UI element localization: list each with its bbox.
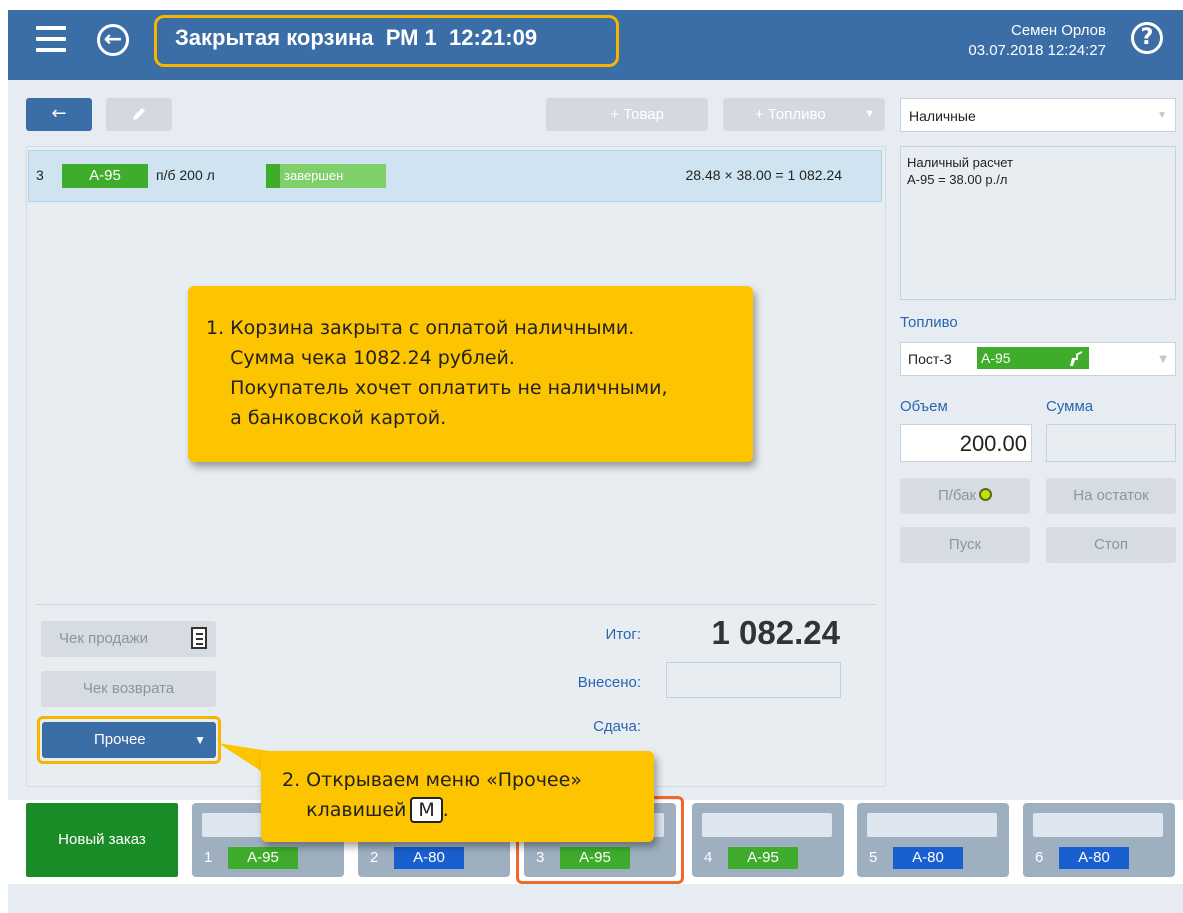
document-icon xyxy=(191,627,207,649)
tab-number: 4 xyxy=(704,849,713,866)
tab-bar xyxy=(1033,813,1163,837)
divider xyxy=(36,604,876,605)
change-label: Сдача: xyxy=(593,718,641,735)
add-fuel-button[interactable]: + Топливо ▼ xyxy=(723,98,885,131)
payment-info-box: Наличный расчет А-95 = 38.00 р./л xyxy=(900,146,1176,300)
check-return-button[interactable]: Чек возврата xyxy=(41,671,216,707)
callout-line: клавишей xyxy=(282,799,407,821)
order-tab-5[interactable]: 5 А-80 xyxy=(857,803,1009,877)
user-name: Семен Орлов xyxy=(1010,22,1106,39)
page-title: Закрытая корзина РМ 1 12:21:09 xyxy=(175,25,538,50)
edit-button[interactable] xyxy=(106,98,172,131)
other-label: Прочее xyxy=(94,731,146,748)
paid-input[interactable] xyxy=(666,662,841,698)
order-tab-4[interactable]: 4 А-95 xyxy=(692,803,844,877)
indicator-led-icon xyxy=(979,488,993,502)
volume-label: Объем xyxy=(900,398,948,415)
row-quantity: п/б 200 л xyxy=(156,167,215,183)
tab-number: 5 xyxy=(869,849,878,866)
add-fuel-label: + Топливо xyxy=(755,106,826,123)
callout-step-1-text: 1. Корзина закрыта с оплатой наличными. … xyxy=(206,317,668,429)
payment-method-value: Наличные xyxy=(909,108,976,124)
full-tank-label: П/бак xyxy=(937,487,977,504)
remainder-button[interactable]: На остаток xyxy=(1046,478,1176,514)
full-tank-button[interactable]: П/бак xyxy=(900,478,1030,514)
callout-line: 2. Открываем меню «Прочее» xyxy=(282,769,582,791)
callout-step-2-text: 2. Открываем меню «Прочее» клавишей M. xyxy=(282,765,582,825)
start-button[interactable]: Пуск xyxy=(900,527,1030,563)
tab-number: 6 xyxy=(1035,849,1044,866)
tab-number: 1 xyxy=(204,849,213,866)
new-order-button[interactable]: Новый заказ xyxy=(26,803,178,877)
callout-period: . xyxy=(442,799,449,821)
sum-input[interactable] xyxy=(1046,424,1176,462)
volume-input[interactable]: 200.00 xyxy=(900,424,1032,462)
chevron-down-icon: ▼ xyxy=(1157,110,1167,121)
row-calculation: 28.48 × 38.00 = 1 082.24 xyxy=(685,167,842,183)
fuel-nozzle-icon xyxy=(1070,351,1082,366)
tab-fuel-badge: А-95 xyxy=(728,847,798,869)
tab-fuel-badge: А-80 xyxy=(394,847,464,869)
dropdown-arrow-icon: ▼ xyxy=(194,733,206,747)
tab-bar xyxy=(702,813,832,837)
pencil-icon xyxy=(133,108,145,120)
tab-fuel-badge: А-95 xyxy=(228,847,298,869)
row-status-badge: завершен xyxy=(266,164,386,188)
tab-number: 2 xyxy=(370,849,379,866)
sum-label: Сумма xyxy=(1046,398,1094,415)
payment-method-select[interactable]: Наличные ▼ xyxy=(900,98,1176,132)
row-fuel-badge: А-95 xyxy=(62,164,148,188)
chevron-down-icon: ▼ xyxy=(1159,354,1167,365)
total-value: 1 082.24 xyxy=(711,614,840,651)
help-icon[interactable]: ? xyxy=(1131,22,1163,54)
keyboard-key-m: M xyxy=(410,797,443,823)
tab-fuel-badge: А-80 xyxy=(893,847,963,869)
chevron-down-icon: ▼ xyxy=(864,108,875,120)
order-tab-6[interactable]: 6 А-80 xyxy=(1023,803,1175,877)
other-menu-button[interactable]: Прочее ▼ xyxy=(42,722,216,758)
stop-button[interactable]: Стоп xyxy=(1046,527,1176,563)
add-goods-button[interactable]: + Товар xyxy=(546,98,708,131)
payment-info-line: Наличный расчет xyxy=(907,155,1013,170)
status-bar xyxy=(8,884,1183,913)
fuel-section-label: Топливо xyxy=(900,314,958,331)
check-sale-button[interactable]: Чек продажи xyxy=(41,621,216,657)
back-button[interactable]: ← xyxy=(26,98,92,131)
total-label: Итог: xyxy=(605,626,641,643)
fuel-post-label: Пост-3 xyxy=(908,351,952,367)
paid-label: Внесено: xyxy=(577,674,641,691)
payment-info-line: А-95 = 38.00 р./л xyxy=(907,172,1008,187)
current-datetime: 03.07.2018 12:24:27 xyxy=(968,42,1106,59)
row-number: 3 xyxy=(36,167,44,183)
back-circle-icon[interactable]: ← xyxy=(97,24,129,56)
hamburger-menu-icon[interactable] xyxy=(36,24,66,54)
tab-bar xyxy=(867,813,997,837)
tab-fuel-badge: А-80 xyxy=(1059,847,1129,869)
